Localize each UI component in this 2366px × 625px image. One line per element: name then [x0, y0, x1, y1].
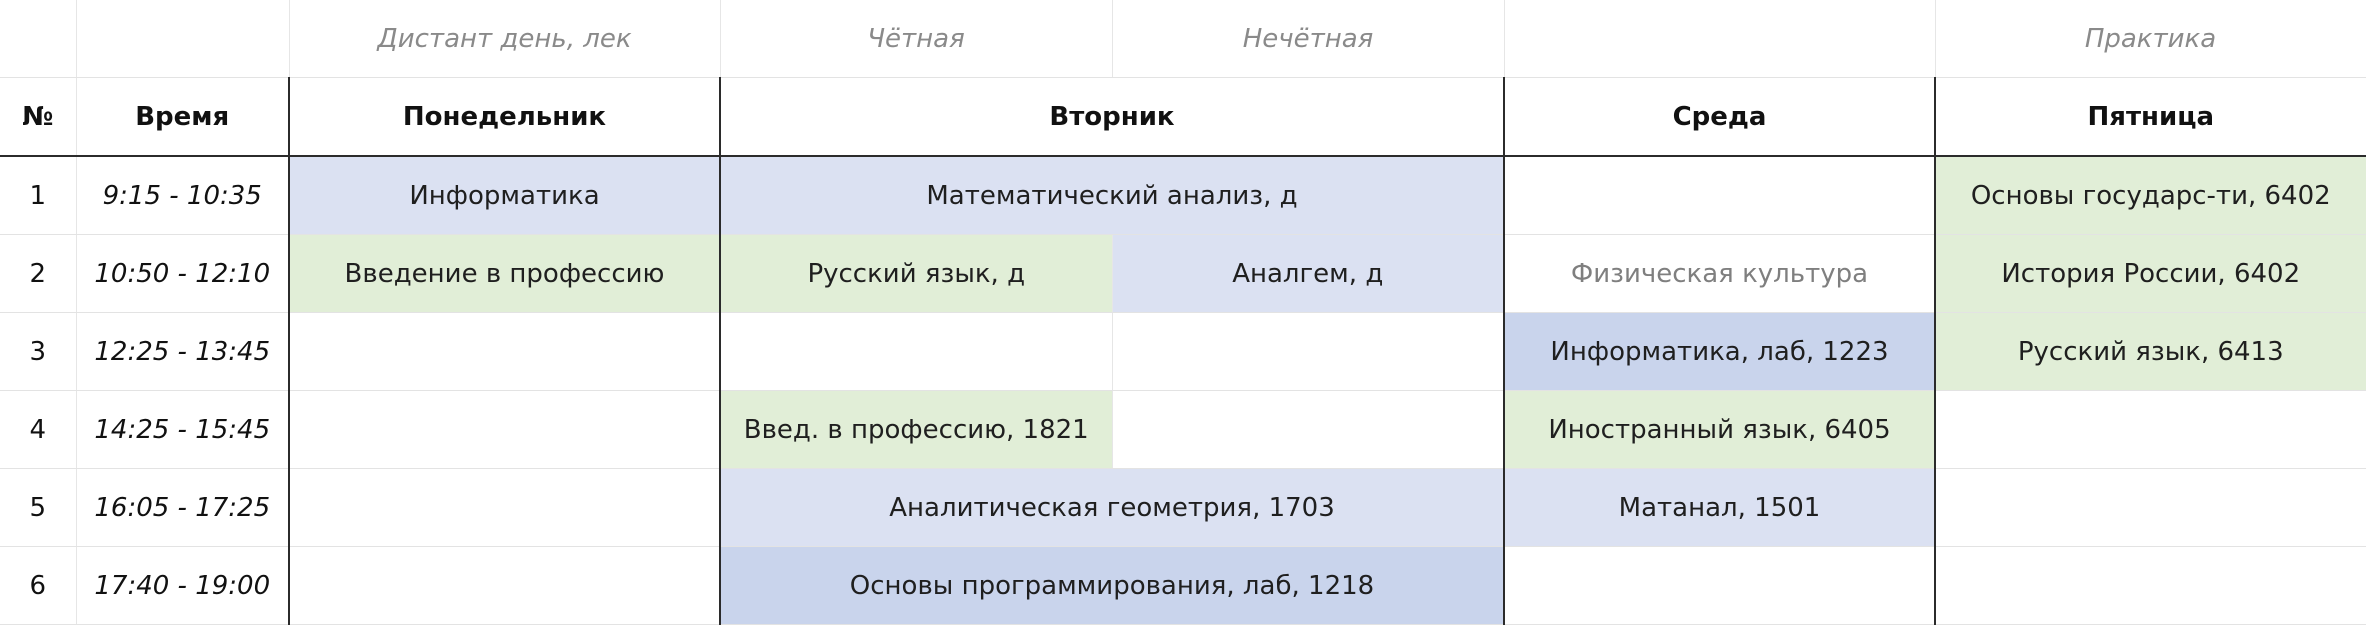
lesson-time: 16:05 - 17:25 [76, 468, 290, 547]
tuesday-header: Вторник [719, 77, 1505, 157]
monday-lesson: Информатика [288, 156, 721, 235]
monday-lesson [288, 390, 721, 469]
table-row: 5 16:05 - 17:25 Аналитическая геометрия,… [0, 468, 2366, 547]
wednesday-header: Среда [1503, 77, 1936, 157]
monday-lesson: Введение в профессию [288, 234, 721, 313]
empty-cell [1504, 0, 1936, 78]
tuesday-odd-lesson: Аналгем, д [1112, 234, 1505, 313]
friday-lesson [1934, 468, 2366, 547]
number-header: № [0, 77, 77, 157]
table-row: 6 17:40 - 19:00 Основы программирования,… [0, 546, 2366, 625]
wednesday-lesson: Информатика, лаб, 1223 [1503, 312, 1936, 391]
friday-lesson [1934, 390, 2366, 469]
odd-week-label: Нечётная [1112, 0, 1505, 78]
even-week-label: Чётная [720, 0, 1113, 78]
empty-cell [0, 0, 77, 78]
lesson-time: 10:50 - 12:10 [76, 234, 290, 313]
tuesday-odd-lesson [1112, 390, 1505, 469]
week-type-row: Дистант день, лек Чётная Нечётная Практи… [0, 0, 2366, 78]
tuesday-lesson: Аналитическая геометрия, 1703 [719, 468, 1505, 547]
friday-lesson: Основы государс-ти, 6402 [1934, 156, 2366, 235]
table-row: 1 9:15 - 10:35 Информатика Математически… [0, 156, 2366, 235]
lesson-time: 12:25 - 13:45 [76, 312, 290, 391]
tuesday-even-lesson: Русский язык, д [719, 234, 1113, 313]
empty-cell [76, 0, 290, 78]
wednesday-lesson: Иностранный язык, 6405 [1503, 390, 1936, 469]
friday-note: Практика [1935, 0, 2366, 78]
tuesday-even-lesson: Введ. в профессию, 1821 [719, 390, 1113, 469]
lesson-time: 9:15 - 10:35 [76, 156, 290, 235]
lesson-number: 5 [0, 468, 77, 547]
monday-lesson [288, 468, 721, 547]
table-row: 3 12:25 - 13:45 Информатика, лаб, 1223 Р… [0, 312, 2366, 391]
monday-note: Дистант день, лек [289, 0, 721, 78]
lesson-number: 2 [0, 234, 77, 313]
lesson-number: 1 [0, 156, 77, 235]
tuesday-lesson: Математический анализ, д [719, 156, 1505, 235]
friday-lesson [1934, 546, 2366, 625]
lesson-time: 17:40 - 19:00 [76, 546, 290, 625]
monday-lesson [288, 546, 721, 625]
lesson-number: 3 [0, 312, 77, 391]
friday-lesson: История России, 6402 [1934, 234, 2366, 313]
table-row: 4 14:25 - 15:45 Введ. в профессию, 1821 … [0, 390, 2366, 469]
friday-header: Пятница [1934, 77, 2366, 157]
tuesday-lesson: Основы программирования, лаб, 1218 [719, 546, 1505, 625]
wednesday-lesson [1503, 156, 1936, 235]
friday-lesson: Русский язык, 6413 [1934, 312, 2366, 391]
monday-header: Понедельник [288, 77, 721, 157]
tuesday-odd-lesson [1112, 312, 1505, 391]
time-header: Время [76, 77, 290, 157]
wednesday-lesson [1503, 546, 1936, 625]
table-row: 2 10:50 - 12:10 Введение в профессию Рус… [0, 234, 2366, 313]
wednesday-lesson: Матанал, 1501 [1503, 468, 1936, 547]
tuesday-even-lesson [719, 312, 1113, 391]
monday-lesson [288, 312, 721, 391]
header-row: № Время Понедельник Вторник Среда Пятниц… [0, 77, 2366, 157]
lesson-number: 6 [0, 546, 77, 625]
wednesday-lesson: Физическая культура [1503, 234, 1936, 313]
lesson-number: 4 [0, 390, 77, 469]
schedule-table: Дистант день, лек Чётная Нечётная Практи… [0, 0, 2366, 625]
lesson-time: 14:25 - 15:45 [76, 390, 290, 469]
